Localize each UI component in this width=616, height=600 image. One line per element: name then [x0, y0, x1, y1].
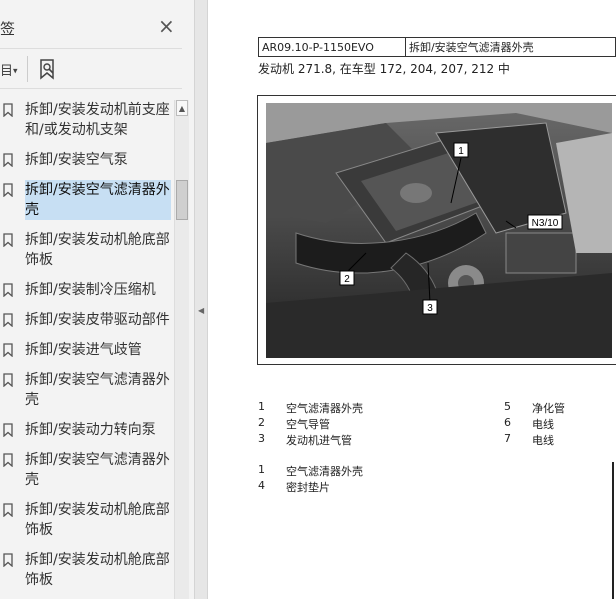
bookmark-icon: [3, 553, 13, 567]
engine-applicability: 发动机 271.8, 在车型 172, 204, 207, 212 中: [258, 62, 510, 76]
bookmark-icon: [3, 423, 13, 437]
bookmark-list: 拆卸/安装发动机前支座和/或发动机支架 拆卸/安装空气泵 拆卸/安装空气滤清器外壳拆…: [0, 100, 174, 600]
bookmark-label: 拆卸/安装空气滤清器外壳: [25, 452, 170, 488]
document-title: 拆卸/安装空气滤清器外壳: [404, 37, 616, 57]
legend-number: 3: [258, 432, 265, 445]
legend-text: 净化管: [532, 402, 565, 415]
bookmark-icon: [3, 183, 13, 197]
legend-number: 7: [504, 432, 511, 445]
bookmark-label: 拆卸/安装发动机舱底部饰板: [25, 232, 170, 268]
toolbar-divider: [27, 56, 28, 82]
bookmark-item[interactable]: 拆卸/安装皮带驱动部件: [0, 310, 174, 330]
bookmark-item[interactable]: 拆卸/安装发动机前支座和/或发动机支架: [0, 100, 174, 140]
bookmark-item[interactable]: 拆卸/安装制冷压缩机: [0, 280, 174, 300]
bookmark-icon: [3, 503, 13, 517]
bookmark-icon: [3, 313, 13, 327]
bookmark-item[interactable]: 拆卸/安装发动机舱底部饰板: [0, 230, 174, 270]
bookmark-icon: [3, 343, 13, 357]
find-bookmark-button[interactable]: [38, 58, 60, 82]
bookmark-icon: [3, 233, 13, 247]
bookmarks-pane: 签 × 目▾ 拆卸/安装发动机前支座和/或发动机支架拆卸/安装空气泵拆卸/安装空…: [0, 0, 194, 599]
legend-number: 5: [504, 400, 511, 413]
legend-number: 2: [258, 416, 265, 429]
bookmark-icon: [3, 153, 13, 167]
bookmark-label: 拆卸/安装皮带驱动部件: [25, 312, 170, 328]
legend-text: 密封垫片: [286, 481, 330, 494]
engine-bay-photo: 1 2 3 N3/10: [266, 103, 612, 358]
header-table: AR09.10-P-1150EVO 拆卸/安装空气滤清器外壳: [258, 37, 616, 57]
bookmark-label: 拆卸/安装进气歧管: [25, 342, 142, 358]
legend-text: 电线: [532, 418, 554, 431]
page-edge: [612, 462, 614, 599]
divider: [0, 88, 182, 89]
bookmark-item[interactable]: 拆卸/安装发动机舱底部饰板: [0, 500, 174, 540]
options-menu-button[interactable]: 目▾: [0, 60, 18, 79]
scroll-thumb[interactable]: [176, 180, 188, 220]
document-code: AR09.10-P-1150EVO: [258, 37, 406, 57]
callout-3: 3: [427, 303, 433, 314]
bookmark-label: 拆卸/安装发动机舱底部饰板: [25, 552, 170, 588]
close-icon[interactable]: ×: [158, 16, 175, 36]
chevron-down-icon: ▾: [13, 66, 18, 77]
legend-text: 空气导管: [286, 418, 330, 431]
callout-2: 2: [344, 274, 350, 285]
options-icon: 目: [0, 64, 14, 79]
bookmark-label: 拆卸/安装发动机舱底部饰板: [25, 502, 170, 538]
callout-n3-10: N3/10: [532, 218, 559, 229]
legend-number: 1: [258, 463, 265, 476]
divider: [0, 48, 182, 49]
bookmark-search-icon: [40, 59, 54, 80]
bookmark-item[interactable]: 拆卸/安装空气滤清器外壳: [0, 370, 174, 410]
legend-text: 发动机进气管: [286, 434, 352, 447]
bookmark-icon: [3, 103, 13, 117]
legend-text: 电线: [532, 434, 554, 447]
legend-number: 1: [258, 400, 265, 413]
engine-figure: 1 2 3 N3/10: [257, 95, 616, 365]
bookmark-item[interactable]: 拆卸/安装空气滤清器外壳: [0, 180, 174, 220]
bookmark-icon: [3, 453, 13, 467]
scroll-up-button[interactable]: ▲: [176, 100, 188, 116]
legend-number: 4: [258, 479, 265, 492]
legend-text: 空气滤清器外壳: [286, 465, 363, 478]
bookmark-label: 拆卸/安装制冷压缩机: [25, 282, 156, 298]
scrollbar[interactable]: ▲: [174, 100, 189, 599]
bookmark-icon: [3, 373, 13, 387]
bookmark-label: 拆卸/安装空气滤清器外壳: [25, 372, 170, 408]
bookmark-label: 拆卸/安装动力转向泵: [25, 422, 156, 438]
legend-text: 空气滤清器外壳: [286, 402, 363, 415]
bookmark-icon: [3, 283, 13, 297]
bookmark-label: 拆卸/安装发动机前支座和/或发动机支架: [25, 102, 170, 138]
legend-number: 6: [504, 416, 511, 429]
bookmark-label: 拆卸/安装空气泵: [25, 152, 128, 168]
bookmark-label: 拆卸/安装空气滤清器外壳: [25, 180, 171, 220]
document-page: AR09.10-P-1150EVO 拆卸/安装空气滤清器外壳 发动机 271.8…: [208, 0, 616, 599]
collapse-arrow-icon[interactable]: ◀: [198, 306, 204, 315]
bookmark-item[interactable]: 拆卸/安装发动机舱底部饰板: [0, 550, 174, 590]
bookmark-item[interactable]: 拆卸/安装动力转向泵: [0, 420, 174, 440]
callout-1: 1: [458, 146, 464, 157]
bookmark-item[interactable]: 拆卸/安装空气泵: [0, 150, 174, 170]
pane-splitter[interactable]: ◀: [194, 0, 208, 599]
pane-title: 签: [0, 20, 16, 38]
bookmark-item[interactable]: 拆卸/安装进气歧管: [0, 340, 174, 360]
bookmark-item[interactable]: 拆卸/安装空气滤清器外壳: [0, 450, 174, 490]
